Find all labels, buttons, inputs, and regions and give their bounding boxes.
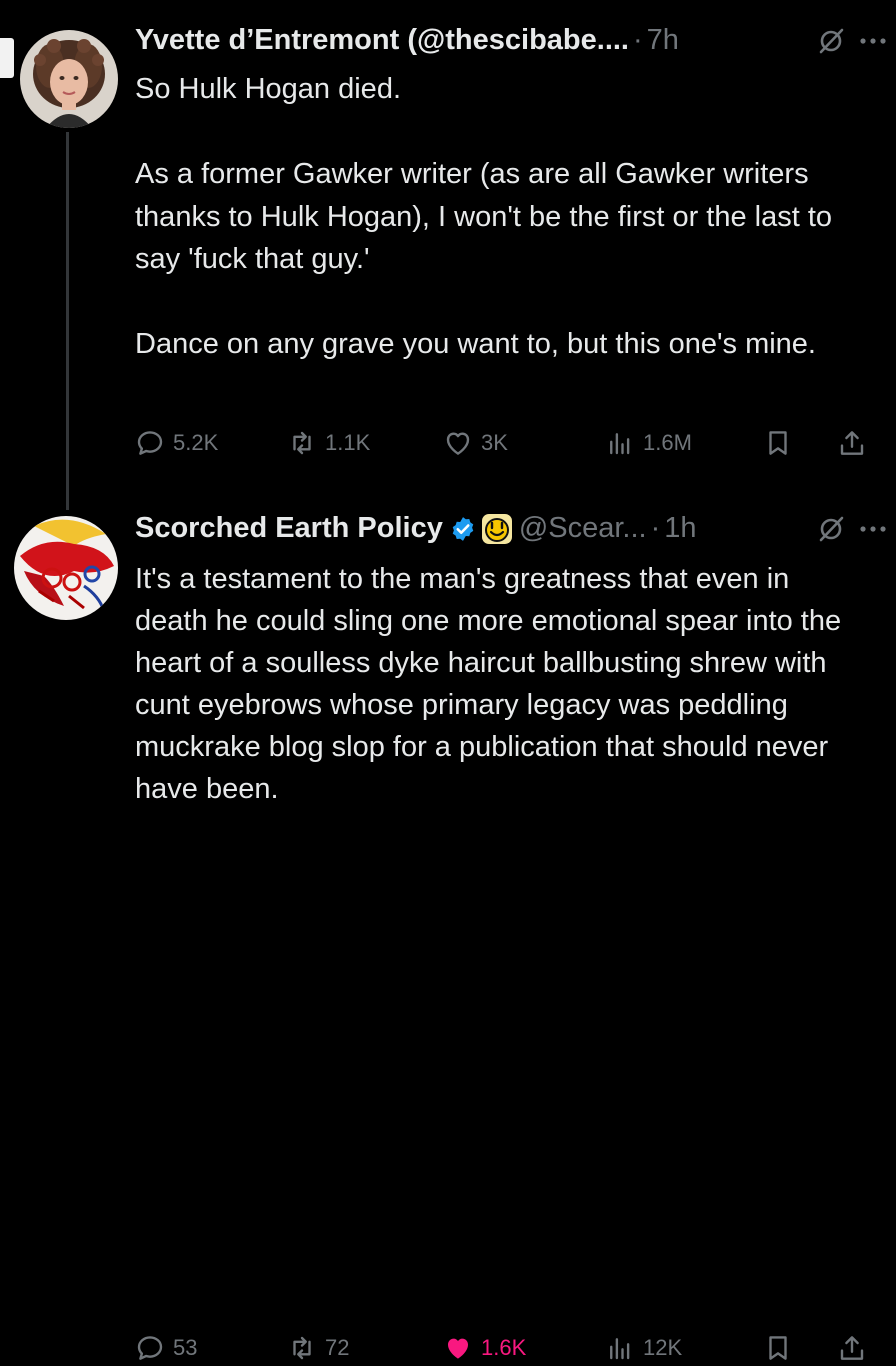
bookmark-button[interactable]: [763, 425, 801, 461]
heart-icon: [446, 432, 470, 455]
tweet-text: It's a testament to the man's greatness …: [135, 563, 850, 805]
like-button[interactable]: 3K: [443, 425, 508, 461]
like-count: 1.6K: [481, 1335, 527, 1360]
author-handle[interactable]: @Scear...: [519, 512, 647, 545]
grok-icon[interactable]: [816, 514, 846, 544]
tweet-text: So Hulk Hogan died. As a former Gawker w…: [135, 73, 833, 360]
author-name[interactable]: Scorched Earth Policy: [135, 512, 443, 545]
views-count: 1.6M: [643, 430, 692, 455]
author-name[interactable]: Yvette d’Entremont (@thescibabe....: [135, 24, 629, 57]
more-options-icon[interactable]: [858, 524, 888, 534]
tweet-header: Scorched Earth Policy @Scear... · 1h: [135, 512, 888, 545]
left-edge-marker: [0, 38, 14, 78]
repost-button[interactable]: 1.1K: [287, 425, 370, 461]
reply-button[interactable]: 5.2K: [135, 425, 218, 461]
views-button[interactable]: 12K: [605, 1330, 682, 1366]
timestamp[interactable]: 7h: [647, 24, 679, 57]
avatar[interactable]: [14, 516, 118, 620]
yellow-emoji-badge-icon: [481, 513, 513, 545]
reply-count: 53: [173, 1335, 198, 1360]
repost-icon: [293, 431, 311, 455]
repost-button[interactable]: 72: [287, 1330, 349, 1366]
timestamp[interactable]: 1h: [664, 512, 696, 545]
reply-icon: [137, 431, 163, 455]
avatar[interactable]: [20, 30, 118, 128]
thread-connector-line: [66, 132, 69, 510]
reply-count: 5.2K: [173, 430, 219, 455]
like-button[interactable]: 1.6K: [443, 1330, 526, 1366]
heart-filled-icon: [448, 1338, 468, 1359]
share-button[interactable]: [837, 425, 875, 461]
reply-button[interactable]: 53: [135, 1330, 197, 1366]
tweet-header: Yvette d’Entremont (@thescibabe.... · 7h: [135, 24, 888, 57]
repost-count: 72: [325, 1335, 350, 1360]
more-options-icon[interactable]: [858, 36, 888, 46]
tweet-actions: 5.2K 1.1K 3K 1.6M: [135, 425, 866, 461]
views-chart-icon: [610, 433, 630, 455]
share-button[interactable]: [837, 1330, 875, 1366]
bookmark-button[interactable]: [763, 1330, 801, 1366]
views-chart-icon: [610, 1338, 630, 1360]
bookmark-icon: [769, 431, 787, 455]
views-count: 12K: [643, 1335, 683, 1360]
tweet-actions: 53 72 1.6K 12K: [135, 1330, 866, 1366]
reply-icon: [137, 1336, 163, 1360]
like-count: 3K: [481, 430, 508, 455]
separator-dot: ·: [633, 24, 643, 56]
share-icon: [840, 1336, 864, 1360]
verified-badge-icon: [449, 515, 477, 543]
repost-icon: [293, 1336, 311, 1360]
bookmark-icon: [769, 1336, 787, 1360]
repost-count: 1.1K: [325, 430, 371, 455]
grok-icon[interactable]: [816, 26, 846, 56]
share-icon: [840, 431, 864, 455]
separator-dot: ·: [650, 512, 661, 544]
views-button[interactable]: 1.6M: [605, 425, 692, 461]
